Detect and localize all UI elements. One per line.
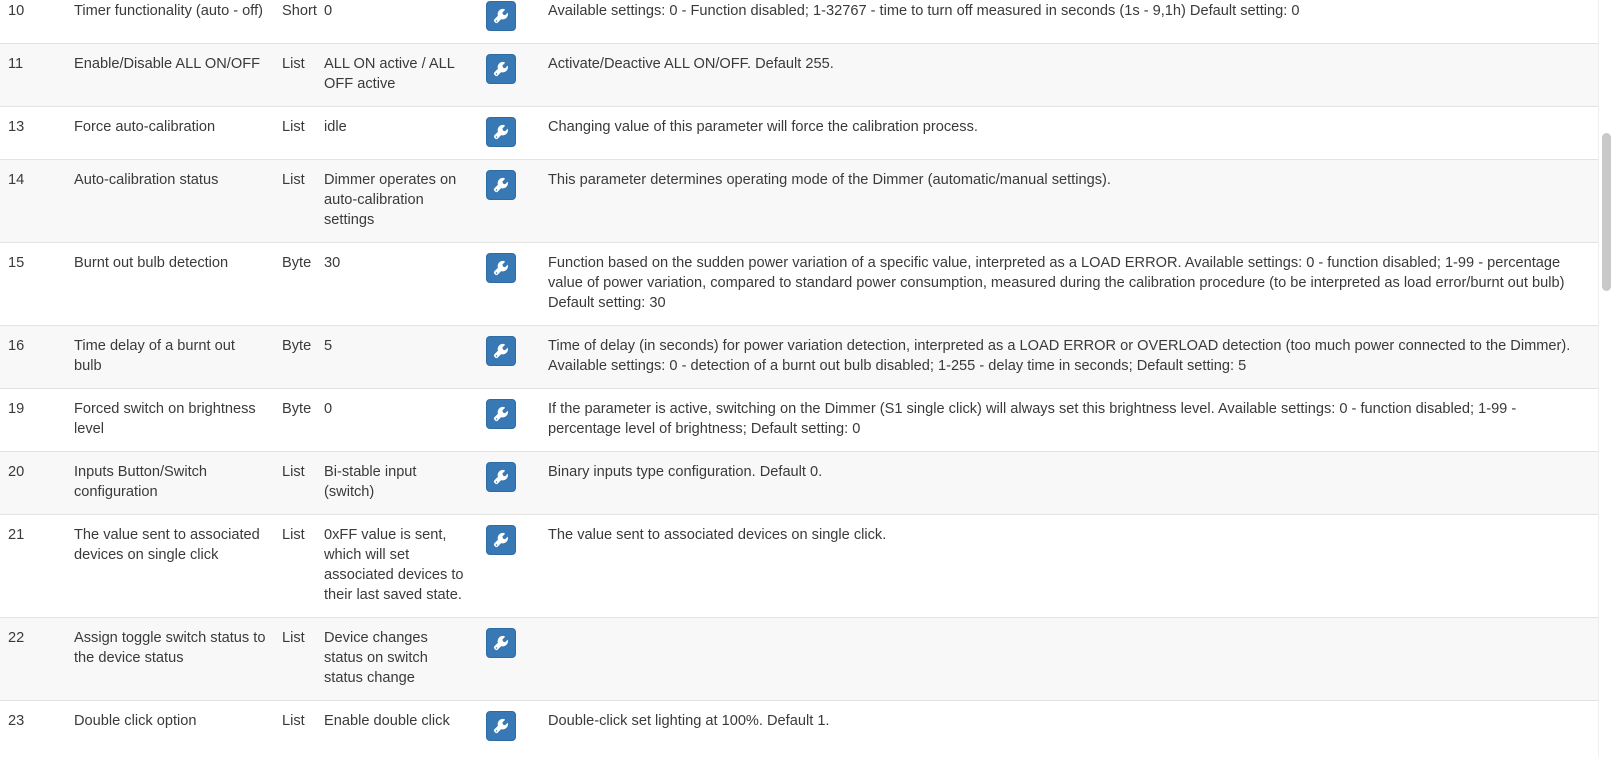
parameter-type: Byte	[274, 242, 316, 326]
parameter-id: 22	[0, 617, 66, 701]
parameter-name: Timer functionality (auto - off)	[66, 0, 274, 44]
parameter-name: Inputs Button/Switch configuration	[66, 451, 274, 515]
parameter-action-cell	[478, 106, 540, 160]
parameter-action-cell	[478, 242, 540, 326]
configure-parameter-button[interactable]	[486, 54, 516, 84]
parameter-name: Time delay of a burnt out bulb	[66, 325, 274, 389]
parameter-name: Enable/Disable ALL ON/OFF	[66, 43, 274, 107]
parameter-value: Dimmer operates on auto-calibration sett…	[316, 159, 478, 243]
parameter-description: Time of delay (in seconds) for power var…	[540, 325, 1598, 389]
vertical-scrollbar-track[interactable]	[1598, 0, 1614, 757]
configure-parameter-button[interactable]	[486, 1, 516, 31]
parameter-id: 15	[0, 242, 66, 326]
parameter-value: 30	[316, 242, 478, 326]
parameter-description: Changing value of this parameter will fo…	[540, 106, 1598, 160]
configure-parameter-button[interactable]	[486, 628, 516, 658]
parameter-type: List	[274, 106, 316, 160]
table-row: 11 Enable/Disable ALL ON/OFF List ALL ON ac…	[0, 43, 1598, 107]
parameter-value: 5	[316, 325, 478, 389]
table-row: 23 Double click option List Enable double c…	[0, 700, 1598, 753]
parameter-description: Available settings: 0 - Function disable…	[540, 0, 1598, 44]
parameter-description	[540, 617, 1598, 701]
table-row: 13 Force auto-calibration List idle Changing…	[0, 106, 1598, 160]
parameter-description: Activate/Deactive ALL ON/OFF. Default 25…	[540, 43, 1598, 107]
parameter-id: 19	[0, 388, 66, 452]
parameter-type: List	[274, 159, 316, 243]
configure-parameter-button[interactable]	[486, 462, 516, 492]
parameter-type: Short	[274, 0, 317, 44]
parameter-action-cell	[478, 325, 540, 389]
parameter-action-cell	[478, 617, 540, 701]
table-row: 15 Burnt out bulb detection Byte 30 Function…	[0, 242, 1598, 326]
parameter-type: List	[274, 700, 316, 753]
parameter-action-cell	[478, 700, 540, 753]
parameter-value: 0	[316, 388, 478, 452]
parameter-action-cell	[478, 43, 540, 107]
parameter-type: List	[274, 617, 316, 701]
table-row: 19 Forced switch on brightness level Byte 0…	[0, 388, 1598, 452]
configure-parameter-button[interactable]	[486, 525, 516, 555]
parameter-name: Assign toggle switch status to the devic…	[66, 617, 274, 701]
parameter-value: ALL ON active / ALL OFF active	[316, 43, 478, 107]
parameter-name: Forced switch on brightness level	[66, 388, 274, 452]
parameter-value: Enable double click	[316, 700, 478, 753]
parameter-id: 11	[0, 43, 66, 107]
configure-parameter-button[interactable]	[486, 399, 516, 429]
table-row: 20 Inputs Button/Switch configuration List…	[0, 451, 1598, 515]
table-row: 14 Auto-calibration status List Dimmer oper…	[0, 159, 1598, 243]
parameter-action-cell	[478, 0, 540, 44]
parameter-name: Force auto-calibration	[66, 106, 274, 160]
configure-parameter-button[interactable]	[486, 117, 516, 147]
configure-parameter-button[interactable]	[486, 253, 516, 283]
parameter-action-cell	[478, 514, 540, 618]
parameter-action-cell	[478, 388, 540, 452]
parameter-description: Function based on the sudden power varia…	[540, 242, 1598, 326]
configure-parameter-button[interactable]	[486, 711, 516, 741]
parameter-type: Byte	[274, 388, 316, 452]
parameter-id: 13	[0, 106, 66, 160]
parameter-id: 21	[0, 514, 66, 618]
parameter-value: 0xFF value is sent, which will set assoc…	[316, 514, 478, 618]
parameter-value: 0	[316, 0, 478, 44]
configure-parameter-button[interactable]	[486, 170, 516, 200]
parameter-value: idle	[316, 106, 478, 160]
parameter-id: 14	[0, 159, 66, 243]
table-row: 22 Assign toggle switch status to the dev…	[0, 617, 1598, 701]
parameters-table-viewport: 10 Timer functionality (auto - off) Short 0…	[0, 0, 1614, 757]
parameter-id: 10	[0, 0, 66, 44]
parameter-name: Auto-calibration status	[66, 159, 274, 243]
parameter-id: 20	[0, 451, 66, 515]
parameter-name: Double click option	[66, 700, 274, 753]
parameter-type: Byte	[274, 325, 316, 389]
parameter-action-cell	[478, 159, 540, 243]
parameter-action-cell	[478, 451, 540, 515]
parameter-id: 23	[0, 700, 66, 753]
parameter-description: This parameter determines operating mode…	[540, 159, 1598, 243]
parameter-description: The value sent to associated devices on …	[540, 514, 1598, 618]
parameter-value: Device changes status on switch status c…	[316, 617, 478, 701]
configure-parameter-button[interactable]	[486, 336, 516, 366]
table-row: 10 Timer functionality (auto - off) Short 0…	[0, 0, 1598, 44]
parameter-description: Double-click set lighting at 100%. Defau…	[540, 700, 1598, 753]
table-scroll-content: 10 Timer functionality (auto - off) Short 0…	[0, 0, 1598, 753]
parameter-type: List	[274, 43, 316, 107]
parameter-name: Burnt out bulb detection	[66, 242, 274, 326]
parameter-description: If the parameter is active, switching on…	[540, 388, 1598, 452]
parameter-type: List	[274, 451, 316, 515]
table-row: 16 Time delay of a burnt out bulb Byte 5 Tim…	[0, 325, 1598, 389]
table-body: 10 Timer functionality (auto - off) Short 0…	[0, 0, 1598, 753]
parameter-value: Bi-stable input (switch)	[316, 451, 478, 515]
parameter-id: 16	[0, 325, 66, 389]
vertical-scrollbar-thumb[interactable]	[1602, 133, 1611, 291]
parameter-name: The value sent to associated devices on …	[66, 514, 274, 618]
table-row: 21 The value sent to associated devices o…	[0, 514, 1598, 618]
device-parameters-table: 10 Timer functionality (auto - off) Short 0…	[0, 0, 1598, 753]
parameter-description: Binary inputs type configuration. Defaul…	[540, 451, 1598, 515]
parameter-type: List	[274, 514, 316, 618]
